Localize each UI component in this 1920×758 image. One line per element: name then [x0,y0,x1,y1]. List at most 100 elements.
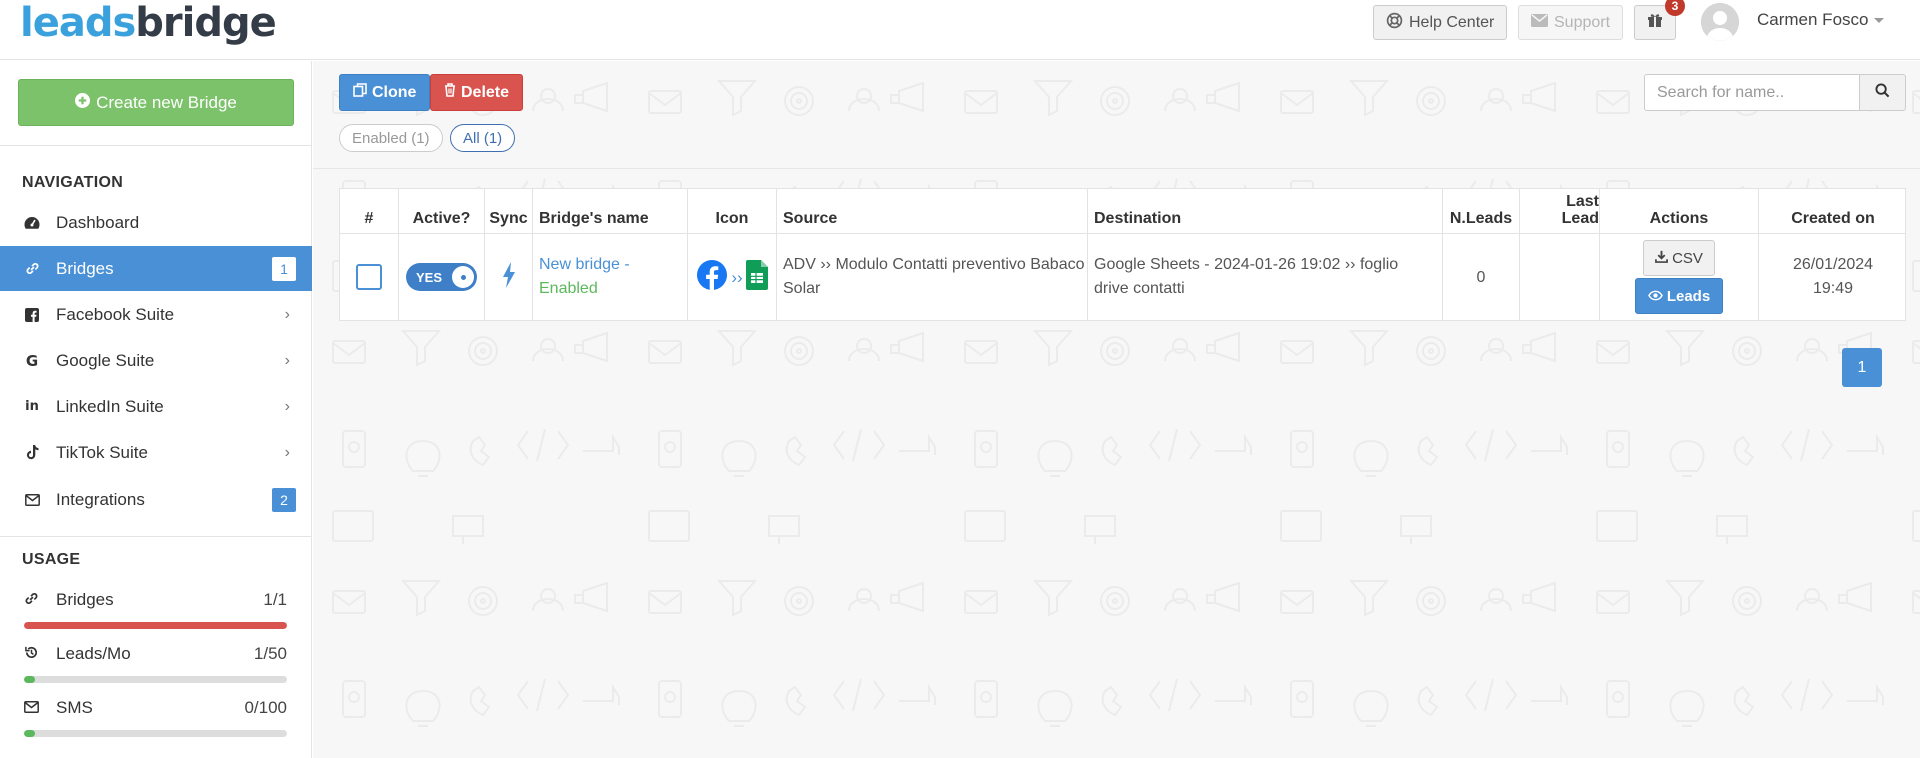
usage-progress-bar [24,730,287,737]
csv-download-button[interactable]: CSV [1643,240,1715,276]
caret-down-icon [1874,18,1885,24]
divider [0,536,312,537]
clone-label: Clone [372,83,417,101]
delete-button[interactable]: Delete [430,74,524,111]
pagination-page-1[interactable]: 1 [1842,348,1882,387]
usage-label: Bridges [56,590,114,609]
column-header-nleads[interactable]: N.Leads [1443,189,1520,233]
nleads-cell: 0 [1443,234,1520,320]
sidebar-item-label: Bridges [56,258,114,278]
sidebar-item-label: Google Suite [56,350,155,370]
sidebar-item-label: LinkedIn Suite [56,396,164,416]
sidebar-item-dashboard[interactable]: Dashboard [0,200,312,245]
trash-icon [444,83,456,102]
sync-cell [485,234,533,320]
sidebar-item-google-suite[interactable]: G Google Suite › [0,338,312,383]
icon-cell: ›› [688,234,777,320]
logo-text-leads: leads [20,0,136,46]
sidebar-item-linkedin-suite[interactable]: in LinkedIn Suite › [0,384,312,429]
csv-label: CSV [1672,249,1703,267]
linkedin-icon: in [25,399,39,414]
google-sheets-icon [745,260,768,294]
filter-all[interactable]: All (1) [450,124,516,152]
sidebar-item-label: Facebook Suite [56,304,175,324]
sidebar-item-bridges[interactable]: Bridges 1 [0,246,312,291]
bridges-table: # Active? Sync Bridge's name Icon Source… [339,188,1906,321]
toggle-label: YES [416,269,443,285]
logo[interactable]: leadsbridge [20,0,277,46]
bridge-name-link[interactable]: New bridge - Enabled [539,253,687,301]
sidebar-item-integrations[interactable]: Integrations 2 [0,477,312,522]
leads-label: Leads [1666,287,1711,305]
bridge-status: Enabled [539,280,598,297]
create-bridge-button[interactable]: Create new Bridge [18,79,294,126]
last-lead-cell [1520,234,1600,320]
notification-badge: 3 [1665,0,1685,16]
usage-value: 0/100 [244,698,287,717]
table-header: # Active? Sync Bridge's name Icon Source… [340,189,1905,234]
created-date: 26/01/2024 [1792,256,1874,273]
arrow-right-icon: ›› [731,267,743,287]
sidebar-item-label: TikTok Suite [56,442,148,462]
column-header-active: Active? [399,189,485,233]
help-center-button[interactable]: Help Center [1373,5,1508,40]
create-bridge-label: Create new Bridge [96,92,237,112]
top-bar: leadsbridge Help Center Support 3 Carmen… [0,0,1920,60]
support-button[interactable]: Support [1518,5,1624,40]
download-icon [1655,250,1668,267]
lightning-icon [502,262,516,292]
created-cell: 26/01/2024 19:49 [1759,234,1907,320]
copy-icon [353,83,367,102]
bridge-name: New bridge - [539,256,630,273]
help-center-label: Help Center [1409,13,1495,31]
active-toggle[interactable]: YES [406,263,477,291]
plus-circle-icon [75,92,91,113]
search-button[interactable] [1859,74,1906,111]
chevron-right-icon: › [284,351,290,369]
gift-button[interactable]: 3 [1634,0,1685,40]
search-input[interactable]: Search for name.. [1644,74,1860,111]
column-header-text: Last [1566,193,1599,210]
toggle-knob [452,266,474,288]
column-header-last-lead[interactable]: Last Lead [1520,189,1600,233]
facebook-logo-icon [696,259,728,295]
link-icon [24,591,40,609]
column-header-destination[interactable]: Destination [1088,189,1443,233]
lifebuoy-icon [1386,12,1403,34]
created-time: 19:49 [1812,280,1854,297]
filter-enabled[interactable]: Enabled (1) [339,124,443,152]
chevron-right-icon: › [284,397,290,415]
usage-leads: Leads/Mo 1/50 [24,643,287,665]
usage-label: SMS [56,698,93,717]
column-header-created[interactable]: Created on [1759,189,1907,233]
row-checkbox[interactable] [356,264,382,290]
usage-label: Leads/Mo [56,644,131,663]
facebook-icon [24,307,40,323]
chevron-right-icon: › [284,305,290,323]
destination-cell: Google Sheets - 2024-01-26 19:02 ›› fogl… [1088,234,1443,320]
sidebar-item-facebook-suite[interactable]: Facebook Suite › [0,292,312,337]
avatar[interactable] [1701,3,1739,41]
usage-progress-fill [24,676,35,683]
sidebar-item-tiktok-suite[interactable]: TikTok Suite › [0,430,312,475]
link-icon [24,261,40,277]
usage-value: 1/1 [263,590,287,609]
name-cell: New bridge - Enabled [533,234,688,320]
delete-label: Delete [461,83,510,101]
row-select-cell [340,234,399,320]
column-header-name[interactable]: Bridge's name [533,189,688,233]
sidebar: Create new Bridge NAVIGATION Dashboard B… [0,61,312,758]
view-leads-button[interactable]: Leads [1635,278,1723,314]
navigation-heading: NAVIGATION [22,174,124,191]
user-menu[interactable]: Carmen Fosco [1757,10,1885,30]
usage-heading: USAGE [22,551,81,568]
usage-progress-fill [24,730,35,737]
clone-button[interactable]: Clone [339,74,431,111]
column-header-number: # [340,189,399,233]
user-name: Carmen Fosco [1757,10,1869,29]
column-header-source[interactable]: Source [777,189,1088,233]
search-icon [1875,82,1890,103]
tiktok-icon [24,445,40,461]
column-header-icon: Icon [688,189,777,233]
envelope-icon [1531,13,1548,32]
